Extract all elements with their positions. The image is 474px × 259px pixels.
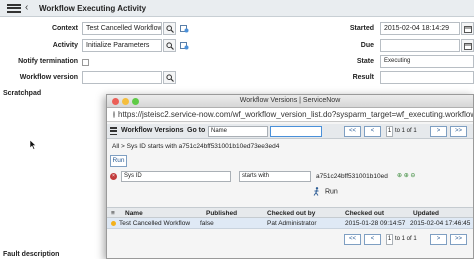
cell-checked-out: 2015-01-28 09:14:57 [345, 220, 406, 227]
footer-last-page-button[interactable]: >> [450, 234, 467, 245]
last-page-button[interactable]: >> [450, 126, 467, 137]
form-header: ‹ Workflow Executing Activity [0, 0, 474, 17]
filter-breadcrumb[interactable]: All > Sys ID starts with a751c24bff53100… [112, 143, 279, 150]
versions-table: ≡ Name Published Checked out by Checked … [107, 207, 473, 229]
calendar-icon [463, 25, 472, 33]
page-number-input[interactable]: 1 [386, 126, 393, 137]
footer-page-range-text: to 1 of 1 [395, 236, 417, 242]
popup-window-title: Workflow Versions | ServiceNow [239, 97, 341, 104]
workflow-version-label: Workflow version [19, 74, 78, 81]
footer-first-page-button[interactable]: << [344, 234, 361, 245]
activity-label: Activity [52, 42, 78, 49]
column-header-checked-out-by[interactable]: Checked out by [267, 210, 315, 217]
state-dot-icon [111, 221, 116, 226]
cell-name[interactable]: Test Cancelled Workflow [119, 220, 190, 227]
goto-label: Go to [187, 127, 206, 134]
workflow-version-field[interactable] [82, 71, 162, 84]
list-search-input[interactable] [270, 126, 322, 137]
lock-icon [113, 111, 115, 118]
next-page-button[interactable]: > [430, 126, 447, 137]
due-field[interactable] [380, 39, 460, 52]
started-calendar-button[interactable] [461, 22, 474, 35]
reference-icon[interactable] [180, 41, 189, 50]
condition-actions[interactable]: ⊕ ⊕ ⊖ [397, 171, 415, 182]
form-title: Workflow Executing Activity [39, 3, 147, 13]
due-calendar-button[interactable] [461, 39, 474, 52]
calendar-icon [463, 42, 472, 50]
reference-icon[interactable] [180, 24, 189, 33]
notify-termination-checkbox[interactable] [82, 59, 89, 66]
search-icon [165, 41, 174, 50]
footer-pagination: << < 1 to 1 of 1 > >> [107, 234, 473, 247]
condition-field-select[interactable]: Sys ID [121, 171, 231, 182]
column-header-checked-out[interactable]: Checked out [345, 210, 384, 217]
page-range-text: to 1 of 1 [395, 128, 417, 134]
result-field[interactable] [380, 71, 474, 84]
cell-published: false [200, 220, 214, 227]
activity-search-button[interactable] [163, 39, 176, 52]
cell-updated: 2015-02-04 17:46:45 [410, 220, 471, 227]
table-row[interactable]: Test Cancelled Workflow false Pat Admini… [107, 218, 473, 229]
run-person-icon [313, 187, 319, 196]
table-header: ≡ Name Published Checked out by Checked … [107, 207, 473, 218]
run-filter-button[interactable]: Run [110, 155, 127, 167]
cell-checked-out-by[interactable]: Pat Administrator [267, 220, 317, 227]
result-label: Result [352, 74, 374, 81]
started-field[interactable]: 2015-02-04 18:14:29 [380, 22, 460, 35]
prev-page-button[interactable]: < [364, 126, 381, 137]
notify-termination-label: Notify termination [18, 58, 78, 65]
first-page-button[interactable]: << [344, 126, 361, 137]
activity-field[interactable]: Initialize Parameters [82, 39, 162, 52]
state-select[interactable]: Executing [380, 55, 474, 68]
popup-titlebar: Workflow Versions | ServiceNow [107, 95, 473, 108]
list-menu-icon[interactable] [7, 3, 21, 14]
footer-page-number-input[interactable]: 1 [386, 234, 393, 245]
condition-operator-select[interactable]: starts with [239, 171, 311, 182]
footer-next-page-button[interactable]: > [430, 234, 447, 245]
context-search-button[interactable] [163, 22, 176, 35]
run-condition-button[interactable]: Run [313, 187, 338, 196]
state-label: State [356, 58, 374, 65]
remove-condition-icon[interactable]: × [110, 173, 117, 180]
condition-value-input[interactable]: a751c24bff531001b10ed [316, 171, 388, 182]
list-title: Workflow Versions [121, 127, 184, 134]
popup-url: https://jsteisc2.service-now.com/wf_work… [118, 110, 473, 119]
column-menu-icon[interactable]: ≡ [111, 210, 115, 217]
back-arrow-icon[interactable]: ‹ [25, 3, 33, 13]
column-header-name[interactable]: Name [125, 210, 143, 217]
context-label: Context [51, 25, 78, 32]
fault-description-label: Fault description [3, 251, 60, 258]
popup-url-bar[interactable]: https://jsteisc2.service-now.com/wf_work… [107, 108, 473, 122]
list-menu-icon[interactable] [110, 127, 117, 135]
search-icon [165, 24, 174, 33]
footer-prev-page-button[interactable]: < [364, 234, 381, 245]
column-header-published[interactable]: Published [206, 210, 237, 217]
run-label: Run [324, 188, 338, 196]
pointer-cursor-icon [29, 139, 37, 152]
started-label: Started [349, 25, 374, 32]
due-label: Due [360, 42, 374, 49]
column-header-updated[interactable]: Updated [413, 210, 439, 217]
list-header-bar: Workflow Versions Go to Name << < 1 to 1… [107, 124, 473, 139]
goto-field-select[interactable]: Name [208, 126, 268, 137]
workflow-versions-popup: Workflow Versions | ServiceNow https://j… [106, 94, 474, 259]
workflow-version-search-button[interactable] [163, 71, 176, 84]
context-field[interactable]: Test Cancelled Workflow [82, 22, 162, 35]
search-icon [165, 73, 174, 82]
scratchpad-label: Scratchpad [3, 90, 42, 97]
filter-condition-row: × Sys ID starts with a751c24bff531001b10… [107, 171, 473, 184]
